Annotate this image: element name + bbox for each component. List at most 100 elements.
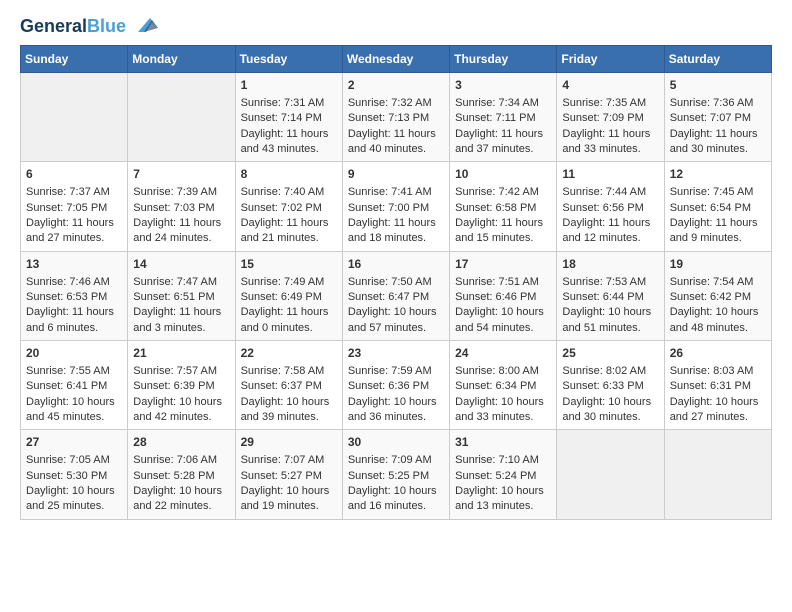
- day-number: 27: [26, 434, 122, 451]
- day-number: 6: [26, 166, 122, 183]
- daylight-text: Daylight: 10 hours and 25 minutes.: [26, 484, 122, 515]
- daylight-text: Daylight: 10 hours and 48 minutes.: [670, 305, 766, 336]
- calendar-cell: 18Sunrise: 7:53 AMSunset: 6:44 PMDayligh…: [557, 251, 664, 340]
- daylight-text: Daylight: 11 hours and 21 minutes.: [241, 216, 337, 247]
- sunset-text: Sunset: 5:30 PM: [26, 469, 122, 484]
- sunset-text: Sunset: 5:24 PM: [455, 469, 551, 484]
- sunrise-text: Sunrise: 7:41 AM: [348, 185, 444, 200]
- day-number: 20: [26, 345, 122, 362]
- sunrise-text: Sunrise: 7:39 AM: [133, 185, 229, 200]
- calendar-cell: 29Sunrise: 7:07 AMSunset: 5:27 PMDayligh…: [235, 430, 342, 519]
- logo-icon: [130, 14, 160, 36]
- calendar-cell: 8Sunrise: 7:40 AMSunset: 7:02 PMDaylight…: [235, 162, 342, 251]
- daylight-text: Daylight: 11 hours and 40 minutes.: [348, 127, 444, 158]
- sunset-text: Sunset: 7:03 PM: [133, 201, 229, 216]
- sunset-text: Sunset: 6:49 PM: [241, 290, 337, 305]
- day-number: 13: [26, 256, 122, 273]
- day-number: 8: [241, 166, 337, 183]
- sunrise-text: Sunrise: 7:58 AM: [241, 364, 337, 379]
- daylight-text: Daylight: 11 hours and 15 minutes.: [455, 216, 551, 247]
- sunset-text: Sunset: 7:13 PM: [348, 111, 444, 126]
- daylight-text: Daylight: 10 hours and 22 minutes.: [133, 484, 229, 515]
- calendar-cell: 12Sunrise: 7:45 AMSunset: 6:54 PMDayligh…: [664, 162, 771, 251]
- calendar-cell: 11Sunrise: 7:44 AMSunset: 6:56 PMDayligh…: [557, 162, 664, 251]
- calendar-cell: 27 Sunrise: 7:05 AMSunset: 5:30 PMDayligh…: [21, 430, 128, 519]
- daylight-text: Daylight: 10 hours and 33 minutes.: [455, 395, 551, 426]
- sunset-text: Sunset: 5:27 PM: [241, 469, 337, 484]
- sunrise-text: Sunrise: 7:10 AM: [455, 453, 551, 468]
- calendar-cell: 2Sunrise: 7:32 AMSunset: 7:13 PMDaylight…: [342, 73, 449, 162]
- sunrise-text: Sunrise: 7:46 AM: [26, 275, 122, 290]
- daylight-text: Daylight: 11 hours and 37 minutes.: [455, 127, 551, 158]
- daylight-text: Daylight: 10 hours and 19 minutes.: [241, 484, 337, 515]
- daylight-text: Daylight: 11 hours and 43 minutes.: [241, 127, 337, 158]
- sunset-text: Sunset: 6:51 PM: [133, 290, 229, 305]
- calendar-cell: 5Sunrise: 7:36 AMSunset: 7:07 PMDaylight…: [664, 73, 771, 162]
- sunset-text: Sunset: 6:46 PM: [455, 290, 551, 305]
- calendar-cell: 20Sunrise: 7:55 AMSunset: 6:41 PMDayligh…: [21, 341, 128, 430]
- weekday-header-monday: Monday: [128, 46, 235, 73]
- sunrise-text: Sunrise: 7:54 AM: [670, 275, 766, 290]
- sunset-text: Sunset: 6:47 PM: [348, 290, 444, 305]
- calendar-cell: 13Sunrise: 7:46 AMSunset: 6:53 PMDayligh…: [21, 251, 128, 340]
- day-number: 23: [348, 345, 444, 362]
- calendar-week-row: 1Sunrise: 7:31 AMSunset: 7:14 PMDaylight…: [21, 73, 772, 162]
- day-number: 4: [562, 77, 658, 94]
- sunrise-text: Sunrise: 7:05 AM: [26, 453, 122, 468]
- calendar-cell: 14Sunrise: 7:47 AMSunset: 6:51 PMDayligh…: [128, 251, 235, 340]
- sunset-text: Sunset: 6:54 PM: [670, 201, 766, 216]
- weekday-header-tuesday: Tuesday: [235, 46, 342, 73]
- calendar-cell: 3Sunrise: 7:34 AMSunset: 7:11 PMDaylight…: [450, 73, 557, 162]
- day-number: 9: [348, 166, 444, 183]
- calendar-cell: 28Sunrise: 7:06 AMSunset: 5:28 PMDayligh…: [128, 430, 235, 519]
- sunset-text: Sunset: 6:33 PM: [562, 379, 658, 394]
- daylight-text: Daylight: 11 hours and 24 minutes.: [133, 216, 229, 247]
- day-number: 16: [348, 256, 444, 273]
- day-number: 29: [241, 434, 337, 451]
- calendar-cell: 7Sunrise: 7:39 AMSunset: 7:03 PMDaylight…: [128, 162, 235, 251]
- calendar-table: SundayMondayTuesdayWednesdayThursdayFrid…: [20, 45, 772, 520]
- daylight-text: Daylight: 10 hours and 16 minutes.: [348, 484, 444, 515]
- day-number: 1: [241, 77, 337, 94]
- calendar-cell: 4Sunrise: 7:35 AMSunset: 7:09 PMDaylight…: [557, 73, 664, 162]
- sunrise-text: Sunrise: 7:34 AM: [455, 96, 551, 111]
- sunrise-text: Sunrise: 7:06 AM: [133, 453, 229, 468]
- daylight-text: Daylight: 11 hours and 12 minutes.: [562, 216, 658, 247]
- sunrise-text: Sunrise: 7:37 AM: [26, 185, 122, 200]
- calendar-cell: 25Sunrise: 8:02 AMSunset: 6:33 PMDayligh…: [557, 341, 664, 430]
- calendar-cell: [557, 430, 664, 519]
- sunrise-text: Sunrise: 7:47 AM: [133, 275, 229, 290]
- calendar-cell: 19Sunrise: 7:54 AMSunset: 6:42 PMDayligh…: [664, 251, 771, 340]
- daylight-text: Daylight: 11 hours and 18 minutes.: [348, 216, 444, 247]
- calendar-cell: 31Sunrise: 7:10 AMSunset: 5:24 PMDayligh…: [450, 430, 557, 519]
- sunset-text: Sunset: 7:09 PM: [562, 111, 658, 126]
- sunset-text: Sunset: 6:39 PM: [133, 379, 229, 394]
- weekday-header-row: SundayMondayTuesdayWednesdayThursdayFrid…: [21, 46, 772, 73]
- sunset-text: Sunset: 7:00 PM: [348, 201, 444, 216]
- calendar-cell: 1Sunrise: 7:31 AMSunset: 7:14 PMDaylight…: [235, 73, 342, 162]
- daylight-text: Daylight: 11 hours and 27 minutes.: [26, 216, 122, 247]
- calendar-cell: 26Sunrise: 8:03 AMSunset: 6:31 PMDayligh…: [664, 341, 771, 430]
- sunrise-text: Sunrise: 7:35 AM: [562, 96, 658, 111]
- daylight-text: Daylight: 10 hours and 13 minutes.: [455, 484, 551, 515]
- sunrise-text: Sunrise: 7:09 AM: [348, 453, 444, 468]
- daylight-text: Daylight: 11 hours and 6 minutes.: [26, 305, 122, 336]
- daylight-text: Daylight: 10 hours and 39 minutes.: [241, 395, 337, 426]
- sunset-text: Sunset: 7:07 PM: [670, 111, 766, 126]
- sunset-text: Sunset: 5:28 PM: [133, 469, 229, 484]
- day-number: 15: [241, 256, 337, 273]
- calendar-cell: 30Sunrise: 7:09 AMSunset: 5:25 PMDayligh…: [342, 430, 449, 519]
- daylight-text: Daylight: 10 hours and 27 minutes.: [670, 395, 766, 426]
- sunrise-text: Sunrise: 8:03 AM: [670, 364, 766, 379]
- weekday-header-saturday: Saturday: [664, 46, 771, 73]
- calendar-cell: [128, 73, 235, 162]
- sunrise-text: Sunrise: 7:51 AM: [455, 275, 551, 290]
- sunset-text: Sunset: 6:36 PM: [348, 379, 444, 394]
- day-number: 10: [455, 166, 551, 183]
- sunrise-text: Sunrise: 7:49 AM: [241, 275, 337, 290]
- calendar-cell: [664, 430, 771, 519]
- day-number: 12: [670, 166, 766, 183]
- sunrise-text: Sunrise: 7:53 AM: [562, 275, 658, 290]
- daylight-text: Daylight: 10 hours and 42 minutes.: [133, 395, 229, 426]
- sunrise-text: Sunrise: 7:40 AM: [241, 185, 337, 200]
